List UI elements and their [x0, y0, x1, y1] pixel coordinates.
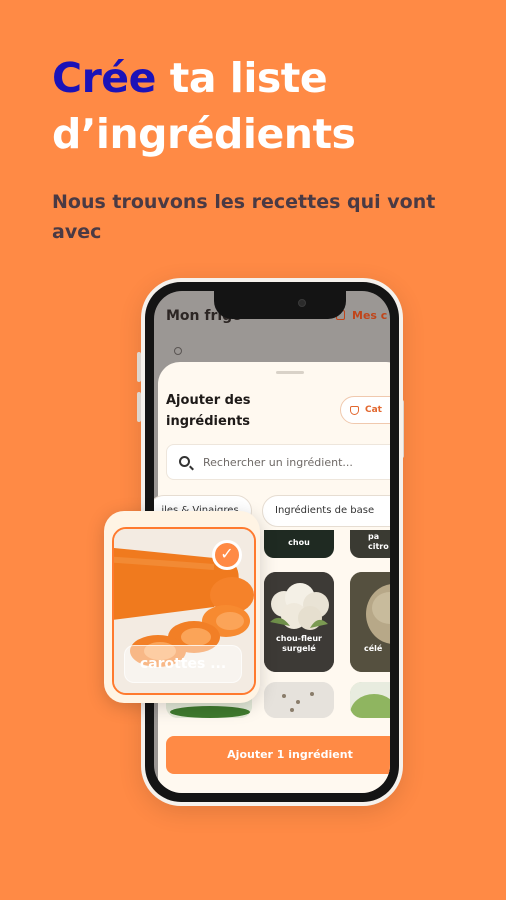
camera-icon — [298, 299, 306, 307]
categories-label: Cat — [365, 405, 382, 415]
shopping-list-link[interactable]: Mes c — [336, 309, 387, 322]
cauliflower-image — [264, 572, 334, 672]
shopping-list-label: Mes c — [352, 309, 388, 322]
headline: Crée ta liste d’ingrédients — [52, 50, 472, 162]
ingredient-image — [264, 682, 334, 718]
category-icon — [350, 406, 359, 415]
ingredient-label: pa citro — [368, 532, 389, 551]
ingredient-tile-chou[interactable]: chou — [264, 530, 334, 558]
ingredient-label: chou — [288, 538, 310, 547]
categories-button[interactable]: Cat — [340, 396, 390, 424]
ingredient-label: chou-fleur surgelé — [276, 634, 322, 653]
ingredient-tile[interactable] — [350, 682, 390, 718]
selected-ingredient-card[interactable]: carottes ... — [104, 511, 260, 703]
ingredient-image — [350, 682, 390, 718]
ingredient-tile[interactable] — [264, 682, 334, 718]
category-chip-basics[interactable]: Ingrédients de base — [262, 495, 390, 527]
selected-ingredient-label: carottes ... — [124, 645, 242, 683]
subline: Nous trouvons les recettes qui vont avec — [52, 191, 436, 243]
headline-accent: Crée — [52, 54, 156, 102]
ingredient-search-input[interactable] — [203, 445, 390, 479]
ingredient-label: célé — [364, 644, 383, 653]
ingredient-tile-chou-fleur[interactable]: chou-fleur surgelé — [264, 572, 334, 672]
ingredient-search[interactable] — [166, 444, 390, 480]
sheet-title: Ajouter des ingrédients — [166, 393, 251, 429]
background-search — [168, 345, 388, 359]
celeriac-image — [350, 572, 390, 672]
search-icon — [174, 347, 182, 355]
sheet-drag-handle[interactable] — [276, 371, 304, 374]
phone-notch — [214, 291, 346, 319]
ingredient-tile-citron[interactable]: pa citro — [350, 530, 390, 558]
check-icon[interactable]: ✓ — [212, 540, 242, 570]
add-ingredient-button[interactable]: Ajouter 1 ingrédient — [166, 736, 390, 774]
search-icon — [179, 456, 190, 467]
ingredient-tile-celeri[interactable]: célé — [350, 572, 390, 672]
